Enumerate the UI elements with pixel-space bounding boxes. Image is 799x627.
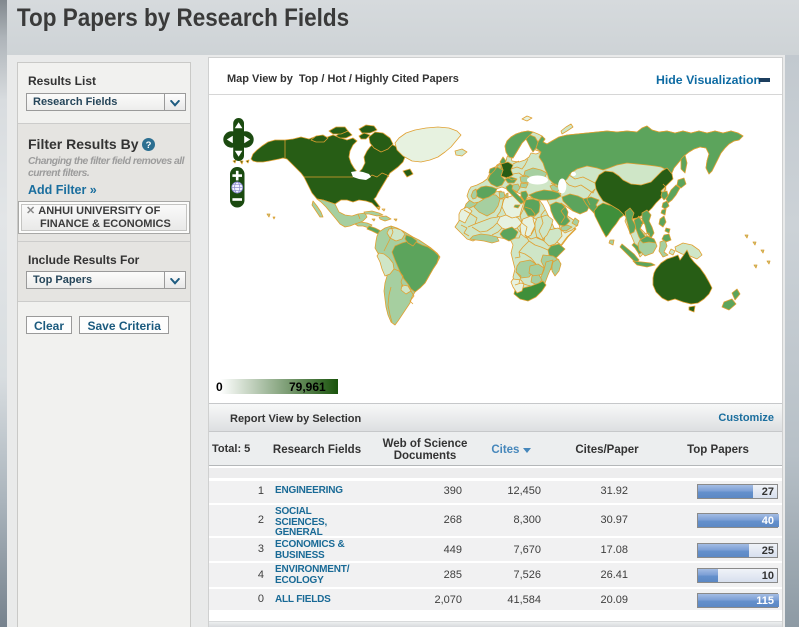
svg-text:?: ? [146,140,152,151]
